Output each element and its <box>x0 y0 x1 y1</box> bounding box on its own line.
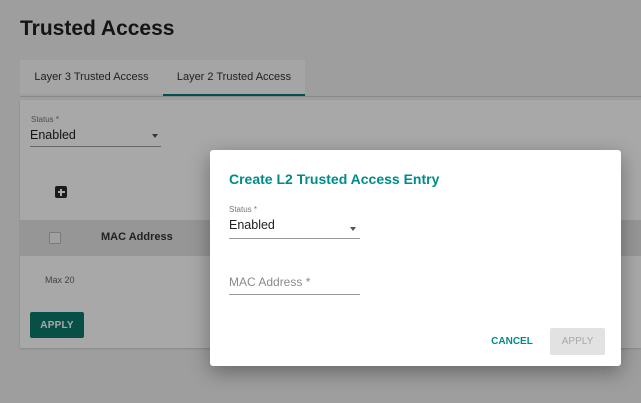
cancel-button[interactable]: CANCEL <box>486 328 538 355</box>
dialog-status-value: Enabled <box>229 218 275 232</box>
dialog-title: Create L2 Trusted Access Entry <box>229 171 440 187</box>
dialog-status-underline <box>229 238 360 239</box>
chevron-down-icon <box>350 227 356 231</box>
dialog-status-label: Status * <box>229 205 258 214</box>
dialog-apply-button[interactable]: APPLY <box>550 328 605 355</box>
create-entry-dialog: Create L2 Trusted Access Entry Status * … <box>210 150 621 366</box>
mac-address-underline <box>229 294 360 295</box>
mac-address-placeholder: MAC Address * <box>229 275 311 289</box>
